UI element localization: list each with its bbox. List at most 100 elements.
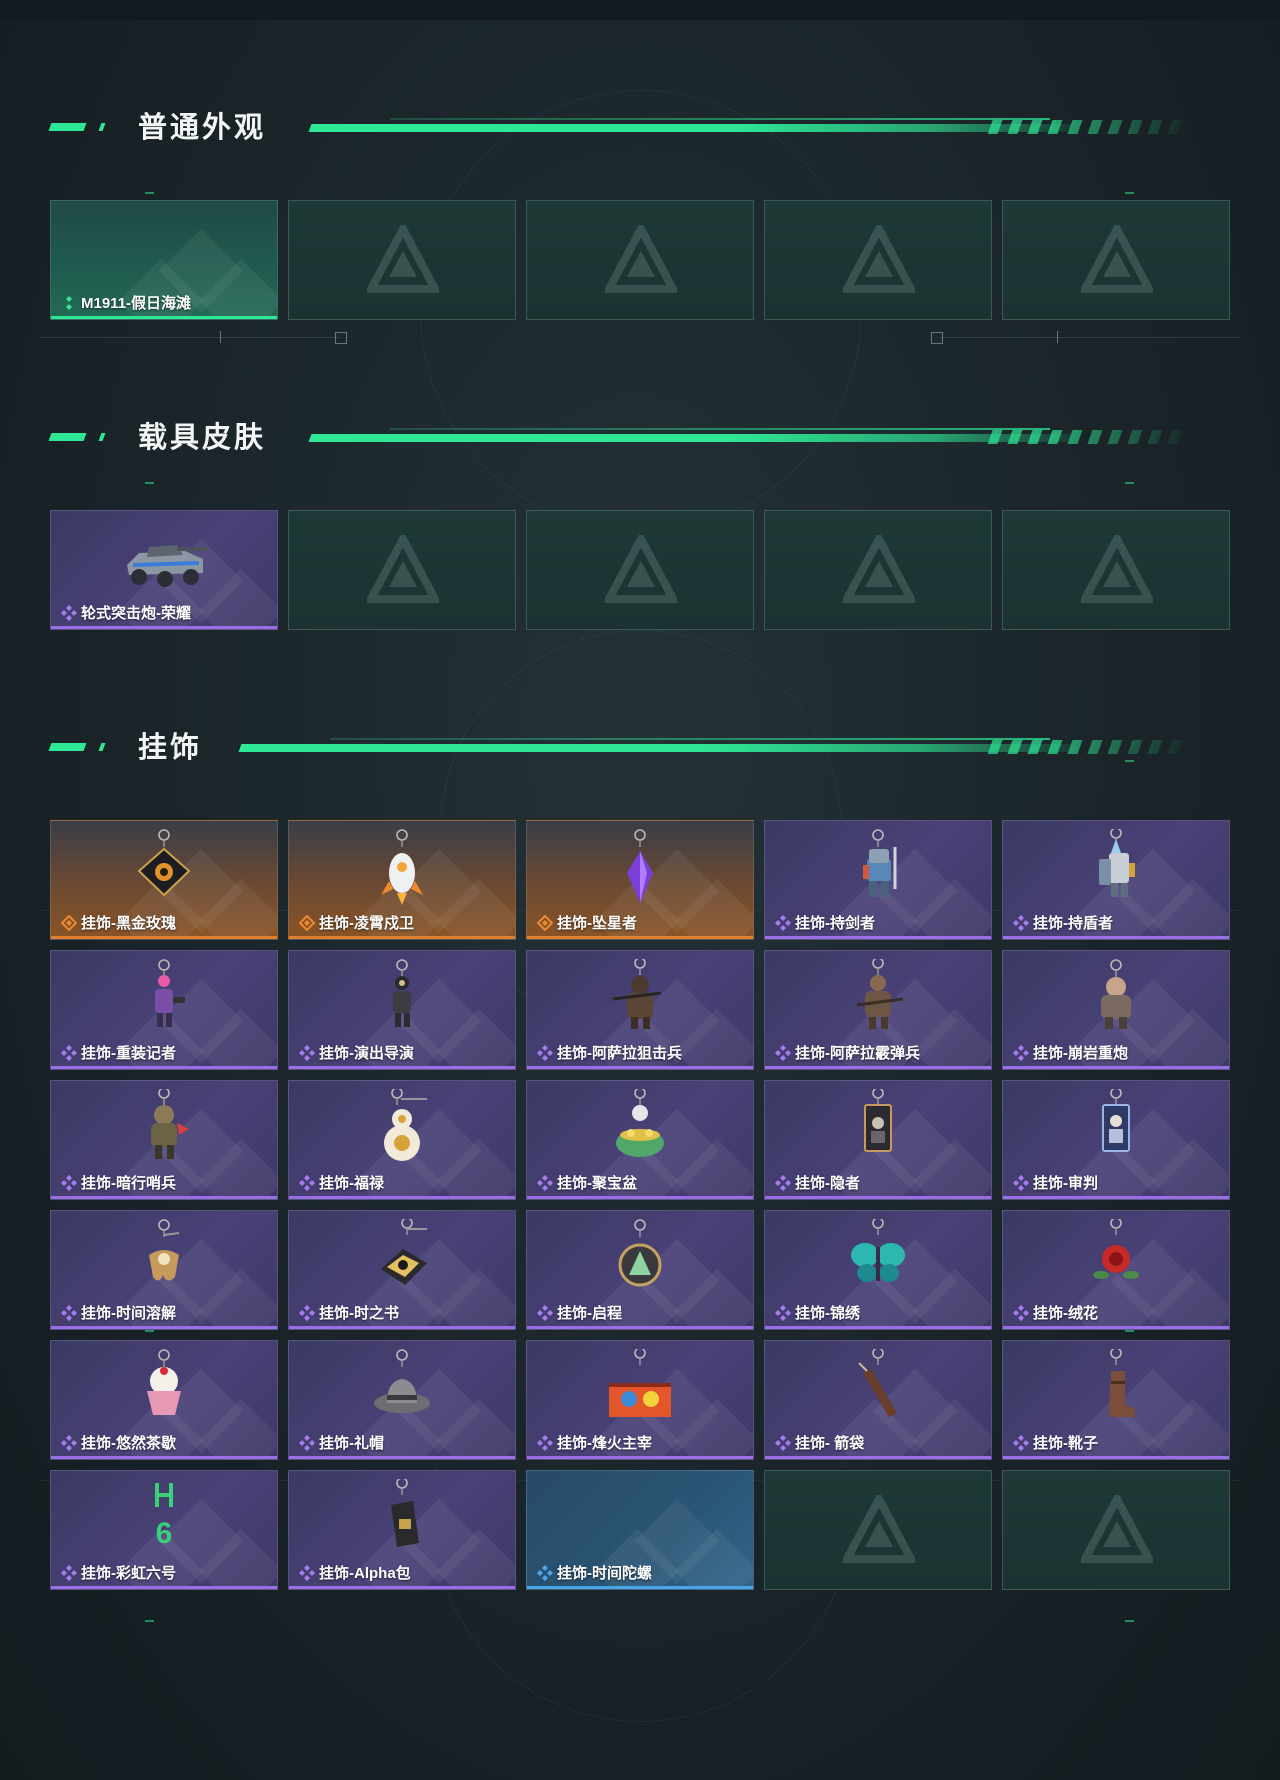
rarity-diamond-icon	[537, 1304, 553, 1321]
rarity-diamond-icon	[1013, 914, 1029, 931]
item-label: 挂饰- 箭袋	[775, 1432, 864, 1453]
header-accent-bar	[48, 743, 87, 751]
item-name: 挂饰- 箭袋	[795, 1435, 865, 1452]
section-title: 挂饰	[138, 732, 203, 764]
rarity-diamond-icon	[537, 1174, 553, 1191]
item-card[interactable]: M1911-假日海滩	[50, 200, 278, 320]
item-name: 挂饰-Alpha包	[319, 1565, 411, 1582]
rarity-diamond-icon	[299, 1174, 315, 1191]
item-card[interactable]: 挂饰-时之书	[288, 1210, 516, 1330]
item-card[interactable]: 挂饰-时间陀螺	[526, 1470, 754, 1590]
header-accent-bar	[48, 433, 87, 441]
rarity-diamond-icon	[61, 295, 77, 311]
item-card[interactable]: 挂饰-Alpha包	[288, 1470, 516, 1590]
item-card[interactable]: 挂饰-持剑者	[764, 820, 992, 940]
item-card[interactable]: 挂饰-演出导演	[288, 950, 516, 1070]
item-name: 挂饰-启程	[557, 1305, 622, 1322]
item-label: 挂饰-审判	[1013, 1172, 1098, 1193]
item-card[interactable]: 挂饰- 箭袋	[764, 1340, 992, 1460]
rarity-bar	[51, 1586, 277, 1589]
item-card[interactable]: 挂饰-持盾者	[1002, 820, 1230, 940]
item-card[interactable]: 挂饰-黑金玫瑰	[50, 820, 278, 940]
empty-slot	[764, 1470, 992, 1590]
rarity-bar	[765, 936, 991, 939]
rarity-diamond-icon	[536, 914, 554, 931]
item-card[interactable]: 挂饰-阿萨拉霰弹兵	[764, 950, 992, 1070]
item-label: 挂饰-时间陀螺	[537, 1562, 652, 1583]
background-dash	[145, 192, 154, 194]
empty-slot	[764, 510, 992, 630]
background-dash	[1125, 482, 1134, 484]
empty-slot	[1002, 510, 1230, 630]
rarity-diamond-icon	[299, 1434, 315, 1451]
item-card[interactable]: 挂饰-审判	[1002, 1080, 1230, 1200]
item-card[interactable]: 挂饰-烽火主宰	[526, 1340, 754, 1460]
rarity-bar	[527, 1326, 753, 1329]
item-card[interactable]: 挂饰-暗行哨兵	[50, 1080, 278, 1200]
background-dash	[1125, 192, 1134, 194]
item-name: 挂饰-演出导演	[319, 1045, 414, 1062]
item-card[interactable]: 挂饰-锦绣	[764, 1210, 992, 1330]
item-card[interactable]: 挂饰-时间溶解	[50, 1210, 278, 1330]
item-name: 挂饰-隐者	[795, 1175, 860, 1192]
item-card[interactable]: 挂饰-坠星者	[526, 820, 754, 940]
background-marker	[931, 332, 943, 344]
alpha-pack-charm-icon	[357, 1477, 447, 1559]
item-name: 挂饰-烽火主宰	[557, 1435, 652, 1452]
rarity-bar	[1003, 1326, 1229, 1329]
item-card[interactable]: 轮式突击炮-荣耀	[50, 510, 278, 630]
item-card[interactable]: 挂饰-聚宝盆	[526, 1080, 754, 1200]
section-title: 载具皮肤	[138, 422, 267, 454]
black-gold-rose-charm-icon	[119, 829, 209, 909]
item-card[interactable]: 挂饰-悠然茶歇	[50, 1340, 278, 1460]
rarity-bar	[289, 1066, 515, 1069]
item-card[interactable]: 挂饰-礼帽	[288, 1340, 516, 1460]
armored-vehicle-icon	[119, 519, 209, 599]
item-name: 挂饰-凌霄戍卫	[319, 915, 414, 932]
header-accent-tick	[98, 123, 106, 131]
sniper-charm-icon	[595, 957, 685, 1039]
item-card[interactable]: 挂饰-靴子	[1002, 1340, 1230, 1460]
section-header-vehicle-skins: 载具皮肤	[48, 418, 1200, 458]
rarity-bar	[289, 1456, 515, 1459]
item-card[interactable]: 挂饰-福禄	[288, 1080, 516, 1200]
item-card[interactable]: 6 挂饰-彩虹六号	[50, 1470, 278, 1590]
background-dash	[145, 482, 154, 484]
background-tick	[220, 331, 221, 343]
svg-text:6: 6	[156, 1517, 173, 1550]
section-header-charms: 挂饰	[48, 728, 1200, 768]
item-label: M1911-假日海滩	[61, 292, 191, 313]
logo-watermark-icon	[1078, 1490, 1156, 1567]
item-label: 轮式突击炮-荣耀	[61, 602, 191, 623]
rarity-diamond-icon	[1013, 1434, 1029, 1451]
rarity-bar	[1003, 1456, 1229, 1459]
item-label: 挂饰-Alpha包	[299, 1562, 411, 1583]
item-card[interactable]: 挂饰-绒花	[1002, 1210, 1230, 1330]
header-accent-bar	[48, 123, 87, 131]
item-card[interactable]: 挂饰-崩岩重炮	[1002, 950, 1230, 1070]
rarity-diamond-icon	[775, 1304, 791, 1321]
item-label: 挂饰-时之书	[299, 1302, 399, 1323]
item-name: 挂饰-阿萨拉狙击兵	[557, 1045, 682, 1062]
item-card[interactable]: 挂饰-重装记者	[50, 950, 278, 1070]
rarity-bar	[51, 936, 277, 939]
item-label: 挂饰-福禄	[299, 1172, 384, 1193]
item-label: 挂饰-悠然茶歇	[61, 1432, 176, 1453]
item-card[interactable]: 挂饰-启程	[526, 1210, 754, 1330]
item-name: 挂饰-靴子	[1033, 1435, 1098, 1452]
rarity-bar	[289, 936, 515, 939]
sentinel-charm-icon	[119, 1087, 209, 1169]
item-name: 挂饰-时之书	[319, 1305, 399, 1322]
item-card[interactable]: 挂饰-阿萨拉狙击兵	[526, 950, 754, 1070]
item-card[interactable]: 挂饰-凌霄戍卫	[288, 820, 516, 940]
judgement-card-charm-icon	[1071, 1087, 1161, 1169]
medallion-charm-icon	[595, 1219, 685, 1299]
hermit-card-charm-icon	[833, 1087, 923, 1169]
shield-knight-charm-icon	[1071, 827, 1161, 909]
item-card[interactable]: 挂饰-隐者	[764, 1080, 992, 1200]
reporter-charm-icon	[119, 959, 209, 1039]
item-label: 挂饰-阿萨拉霰弹兵	[775, 1042, 920, 1063]
rarity-diamond-icon	[61, 1044, 77, 1061]
logo-watermark-icon	[1078, 530, 1156, 607]
item-label: 挂饰-坠星者	[536, 912, 637, 933]
